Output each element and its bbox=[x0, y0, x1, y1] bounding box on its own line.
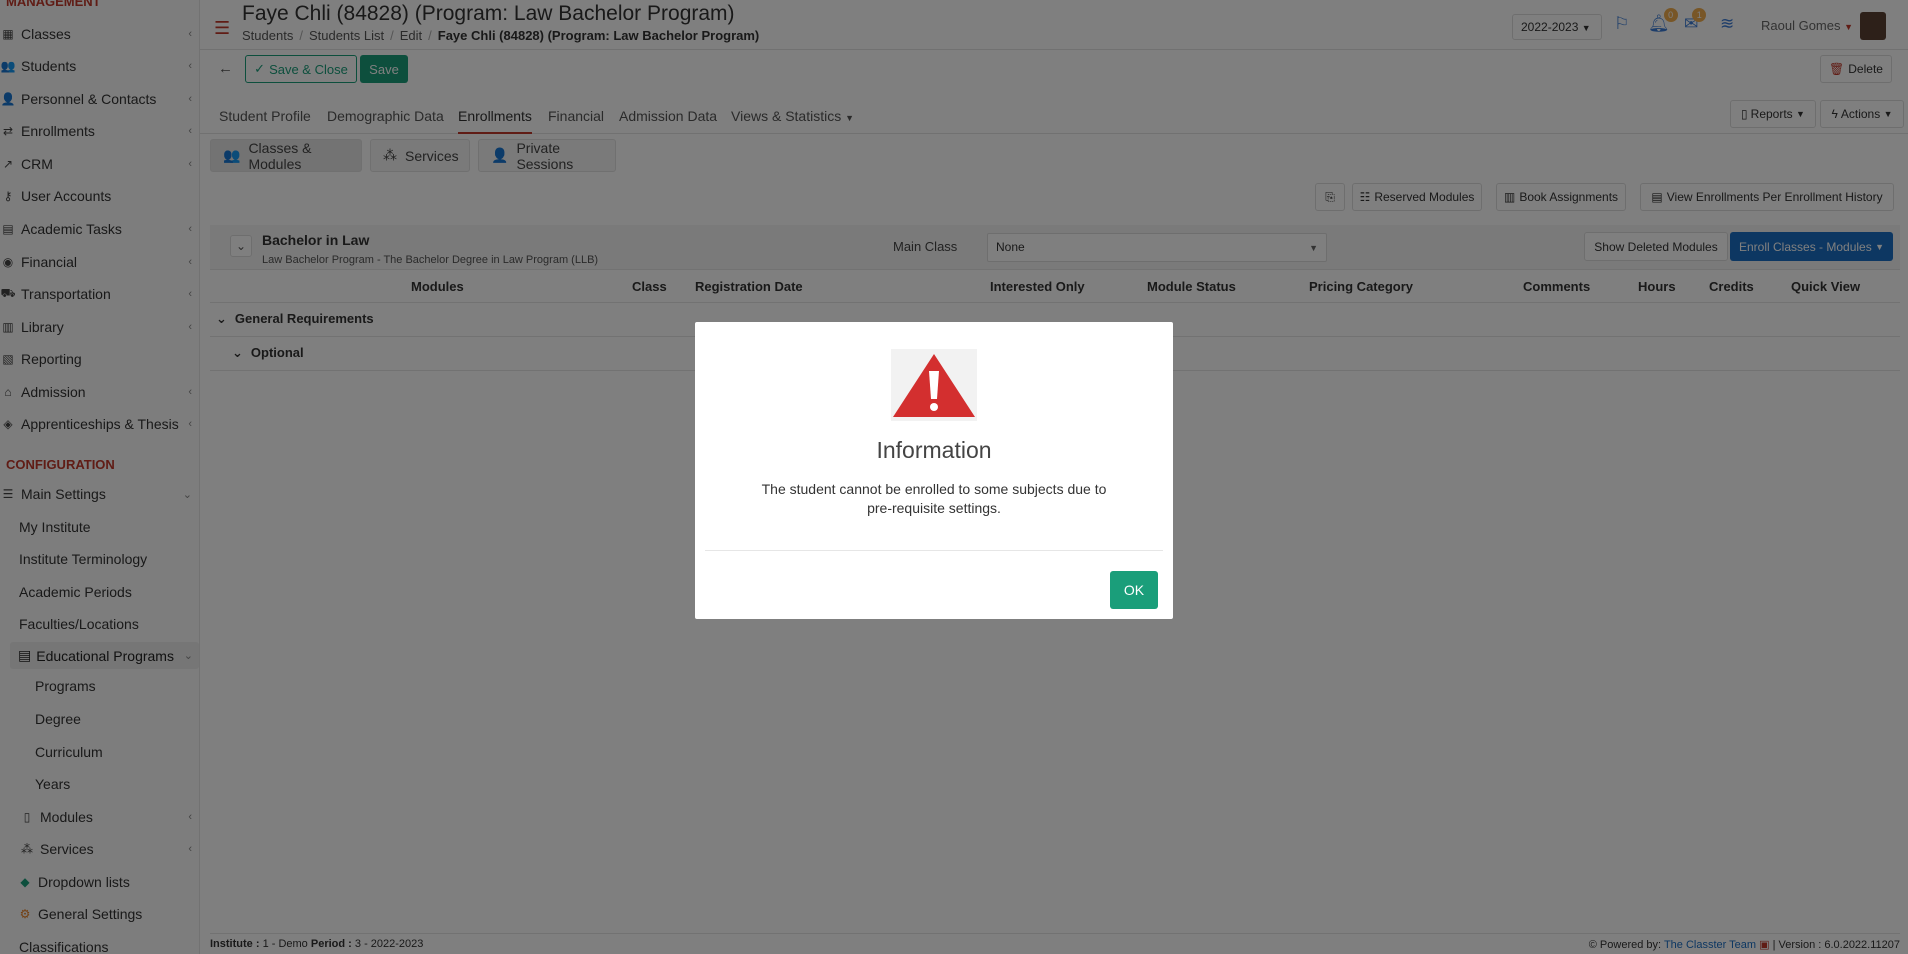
dialog-title: Information bbox=[876, 437, 992, 463]
dialog-message: The student cannot be enrolled to some s… bbox=[761, 481, 1107, 516]
information-dialog: Information The student cannot be enroll… bbox=[695, 322, 1173, 619]
ok-button[interactable]: OK bbox=[1110, 571, 1158, 609]
warning-triangle-icon bbox=[891, 349, 977, 421]
